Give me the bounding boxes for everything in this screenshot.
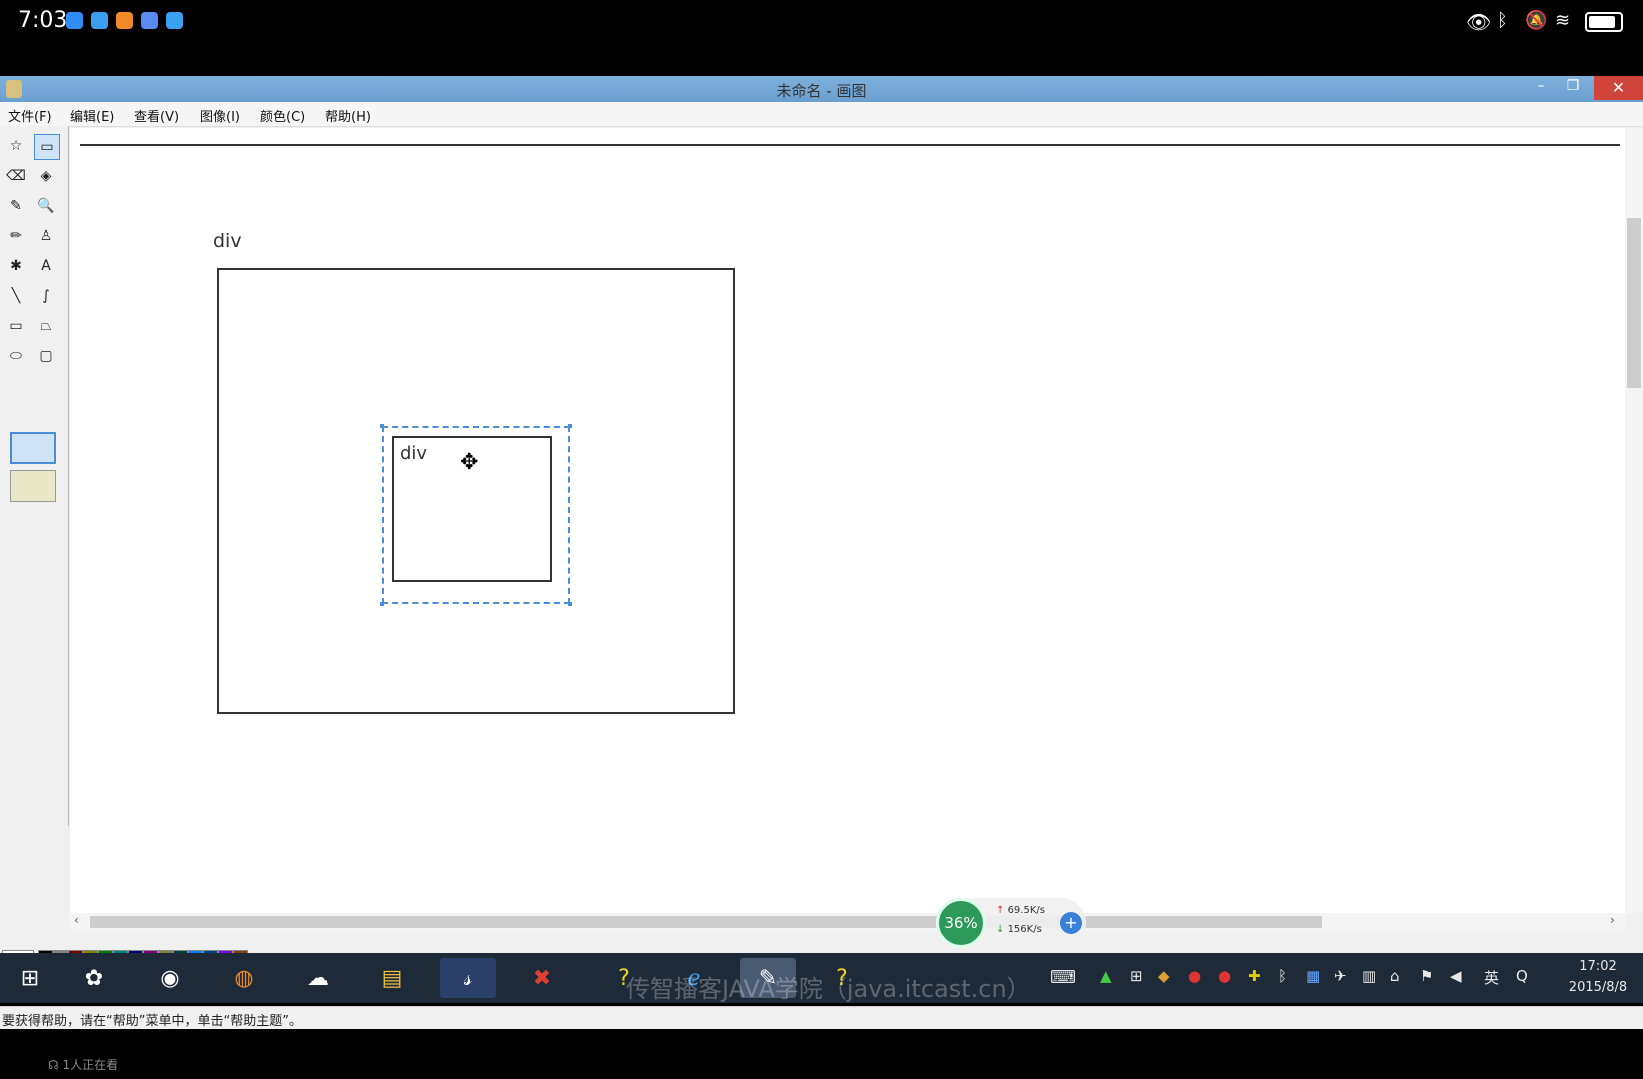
window-title: 未命名 - 画图 (776, 82, 867, 100)
wifi-icon: ≋ (1555, 10, 1571, 31)
tray-app-icon-3[interactable]: ✚ (1248, 967, 1261, 985)
menu-image[interactable]: 图像(I) (200, 106, 240, 125)
editor-icon[interactable]: 𝓈 (440, 958, 496, 998)
restore-button[interactable]: ❐ (1562, 78, 1584, 100)
start-button[interactable]: ⊞ (2, 958, 58, 998)
status-bar: 要获得帮助，请在“帮助”菜单中，单击“帮助主题”。 (0, 1006, 1643, 1029)
tray-clock[interactable]: 17:02 2015/8/8 (1556, 959, 1640, 995)
selection-handle[interactable] (568, 602, 572, 606)
text-icon[interactable]: A (34, 254, 58, 278)
firefox-icon[interactable]: ◍ (216, 958, 272, 998)
transparent-option-opaque[interactable] (10, 432, 56, 464)
search-icon[interactable]: Q (1516, 967, 1528, 985)
tray-app-icon[interactable]: ▲ (1100, 967, 1112, 985)
selection-handle[interactable] (568, 424, 572, 428)
tray-date: 2015/8/8 (1568, 980, 1628, 995)
app-icon-pinwheel[interactable]: ✿ (66, 958, 122, 998)
menu-help[interactable]: 帮助(H) (325, 106, 371, 125)
download-speed: ↓ 156K/s (996, 924, 1042, 935)
upload-speed: ↑ 69.5K/s (996, 905, 1045, 916)
phone-status-bar: 7:03 👁 ᛒ 🔕 ≋ (0, 0, 1643, 76)
menu-bar: 文件(F) 编辑(E) 查看(V) 图像(I) 颜色(C) 帮助(H) (0, 102, 1643, 127)
bluetooth-tray-icon[interactable]: ᛒ (1278, 967, 1287, 985)
cloud-app-taskbar-icon[interactable]: ☁ (290, 958, 346, 998)
line-icon[interactable]: ╲ (4, 284, 28, 308)
watermark: 传智播客JAVA学院（java.itcast.cn） (626, 975, 1031, 1003)
keyboard-icon[interactable]: ⌨ (1050, 967, 1076, 988)
paint-window: 未命名 - 画图 – ❐ ✕ 文件(F) 编辑(E) 查看(V) 图像(I) 颜… (0, 76, 1643, 1029)
play-app-icon (116, 12, 133, 29)
move-cursor-icon: ✥ (460, 450, 479, 475)
rect-select-icon[interactable]: ▭ (34, 134, 60, 160)
tray-app-icon-2[interactable]: ◆ (1158, 967, 1170, 985)
status-help-text: 要获得帮助，请在“帮助”菜单中，单击“帮助主题”。 (2, 1014, 302, 1029)
browser-app-icon (166, 12, 183, 29)
selection-handle[interactable] (380, 602, 384, 606)
magnifier-icon[interactable]: 🔍 (34, 194, 58, 218)
ime-indicator[interactable]: 英 (1484, 967, 1499, 988)
scroll-left-icon[interactable]: ‹ (74, 913, 79, 927)
tray-time: 17:02 (1579, 959, 1617, 974)
bluetooth-icon: ᛒ (1497, 10, 1508, 31)
menu-file[interactable]: 文件(F) (8, 106, 52, 125)
battery-icon (1585, 12, 1623, 32)
inner-div-label: div (400, 443, 428, 464)
drawing-canvas[interactable]: div div ✥ (70, 128, 1625, 913)
vertical-scroll-thumb[interactable] (1627, 218, 1641, 388)
music-app-icon (141, 12, 158, 29)
menu-colors[interactable]: 颜色(C) (260, 106, 305, 125)
toolbox: ☆ ▭ ⌫ ◈ ✎ 🔍 ✏ ♙ ✱ A ╲ ∫ ▭ ⏢ ⬭ ▢ (0, 126, 69, 826)
cloud-app-icon-2 (91, 12, 108, 29)
close-button[interactable]: ✕ (1594, 76, 1643, 100)
rounded-rect-icon[interactable]: ▢ (34, 344, 58, 368)
selection-handle[interactable] (380, 424, 384, 428)
flag-icon[interactable]: ⚑ (1420, 967, 1433, 985)
scroll-right-icon[interactable]: › (1610, 913, 1615, 927)
title-bar: 未命名 - 画图 – ❐ ✕ (0, 76, 1643, 102)
viewer-count: ☊ 1人正在看 (48, 1058, 119, 1072)
phone-clock: 7:03 (18, 8, 68, 33)
tray-app-icon-5[interactable]: ✈ (1334, 967, 1347, 985)
eraser-icon[interactable]: ⌫ (4, 164, 28, 188)
net-monitor-widget[interactable]: 36% ↑ 69.5K/s ↓ 156K/s + (936, 898, 1086, 948)
pencil-icon[interactable]: ✏ (4, 224, 28, 248)
taskbar: ⊞ ✿ ◉ ◍ ☁ ▤ 𝓈 ✖ ? ℯ ✎ ? 传智播客JAVA学院（java.… (0, 953, 1643, 1003)
vertical-scrollbar[interactable] (1625, 128, 1643, 913)
canvas-top-line (80, 144, 1620, 146)
network-icon[interactable]: ▥ (1362, 967, 1376, 985)
file-explorer-icon[interactable]: ▤ (364, 958, 420, 998)
brush-icon[interactable]: ♙ (34, 224, 58, 248)
volume-icon[interactable]: ◀ (1450, 967, 1462, 985)
airbrush-icon[interactable]: ✱ (4, 254, 28, 278)
outer-div-label: div (213, 230, 242, 252)
mute-icon: 🔕 (1525, 10, 1548, 31)
horizontal-scrollbar[interactable]: ‹ › (70, 913, 1625, 931)
curve-icon[interactable]: ∫ (34, 284, 58, 308)
windows-tray-icon[interactable]: ⊞ (1130, 967, 1143, 985)
color-picker-icon[interactable]: ✎ (4, 194, 28, 218)
minimize-button[interactable]: – (1530, 78, 1552, 100)
eye-icon: 👁 (1466, 10, 1492, 34)
rectangle-icon[interactable]: ▭ (4, 314, 28, 338)
chrome-icon[interactable]: ◉ (142, 958, 198, 998)
tray-app-icon-6[interactable]: ⌂ (1390, 967, 1400, 985)
person-icon: ☊ (48, 1058, 63, 1072)
ellipse-icon[interactable]: ⬭ (4, 344, 28, 368)
polygon-icon[interactable]: ⏢ (34, 314, 58, 338)
tray-app-icon-4[interactable]: ▦ (1306, 967, 1320, 985)
transparent-option-clear[interactable] (10, 470, 56, 502)
record-icon-2[interactable]: ● (1218, 967, 1231, 985)
menu-view[interactable]: 查看(V) (134, 106, 179, 125)
menu-edit[interactable]: 编辑(E) (70, 106, 114, 125)
record-icon[interactable]: ● (1188, 967, 1201, 985)
plus-icon[interactable]: + (1060, 912, 1082, 934)
horizontal-scroll-thumb[interactable] (90, 916, 1322, 928)
fill-icon[interactable]: ◈ (34, 164, 58, 188)
memory-percent: 36% (936, 898, 986, 948)
xmind-icon[interactable]: ✖ (514, 958, 570, 998)
free-select-icon[interactable]: ☆ (4, 134, 28, 158)
cloud-app-icon (66, 12, 83, 29)
